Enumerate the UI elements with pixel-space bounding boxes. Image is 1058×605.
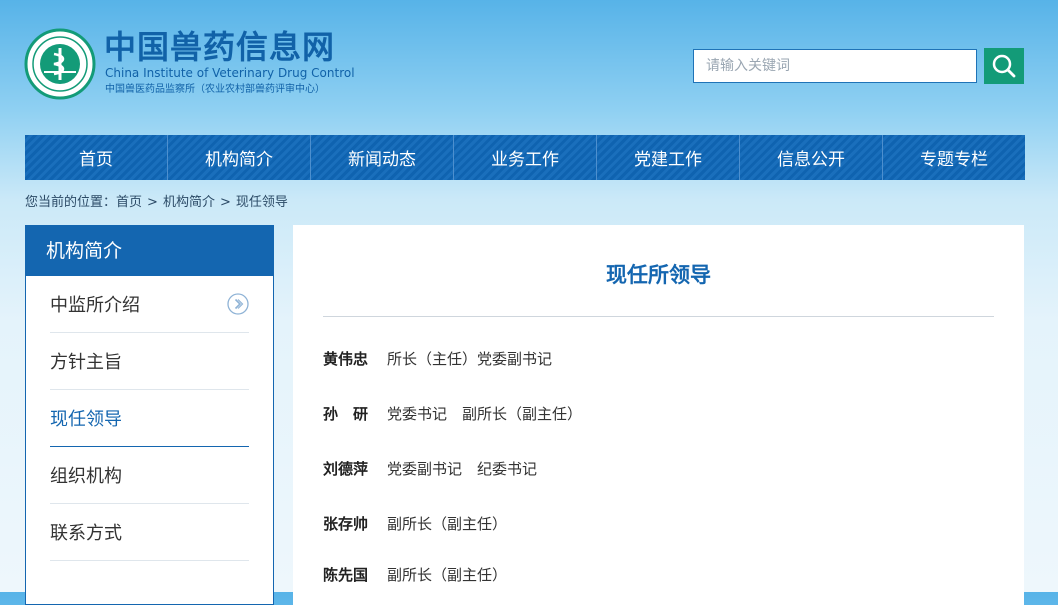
leader-title: 所长（主任）党委副书记: [387, 350, 553, 368]
site-subtitle-en: China Institute of Veterinary Drug Contr…: [105, 66, 355, 80]
breadcrumb-separator: >: [147, 195, 158, 210]
search-icon: [992, 54, 1016, 78]
leader-title: 副所长（副主任）: [387, 566, 508, 584]
content-panel: 现任所领导 黄伟忠 所长（主任）党委副书记 孙 研党委书记 副所长（副主任） 刘德…: [293, 225, 1024, 605]
leader-name: 陈先国: [323, 566, 369, 584]
leader-row: 孙 研党委书记 副所长（副主任）: [323, 403, 582, 424]
sidebar-item-label: 组织机构: [50, 466, 122, 487]
leader-row: 刘德萍 党委副书记 纪委书记: [323, 458, 537, 479]
breadcrumb-about[interactable]: 机构简介: [163, 195, 215, 210]
nav-item-home[interactable]: 首页: [25, 135, 168, 180]
site-title: 中国兽药信息网: [104, 28, 336, 66]
sidebar-item-label: 方针主旨: [50, 352, 122, 373]
sidebar-item-intro[interactable]: 中监所介绍: [50, 276, 249, 333]
sidebar-item-label: 现任领导: [50, 409, 122, 430]
sidebar-item-label: 联系方式: [50, 523, 122, 544]
leader-name: 黄伟忠: [323, 350, 369, 368]
nav-item-topics[interactable]: 专题专栏: [883, 135, 1025, 180]
sidebar-item-leaders[interactable]: 现任领导: [50, 390, 249, 447]
sidebar: 机构简介 中监所介绍 方针主旨 现任领导 组织机构 联系方式: [25, 225, 274, 605]
nav-item-party[interactable]: 党建工作: [597, 135, 740, 180]
page-title: 现任所领导: [606, 263, 711, 287]
sidebar-item-organization[interactable]: 组织机构: [50, 447, 249, 504]
leader-row: 张存帅 副所长（副主任）: [323, 513, 507, 534]
sidebar-item-contact[interactable]: 联系方式: [50, 504, 249, 561]
divider: [323, 316, 994, 317]
leader-name: 孙 研: [323, 405, 369, 423]
sidebar-list: 中监所介绍 方针主旨 现任领导 组织机构 联系方式: [26, 276, 273, 561]
leader-row: 黄伟忠 所长（主任）党委副书记: [323, 348, 552, 369]
breadcrumb-current[interactable]: 现任领导: [236, 195, 288, 210]
nav-item-disclosure[interactable]: 信息公开: [740, 135, 883, 180]
leader-title: 副所长（副主任）: [387, 515, 508, 533]
leader-name: 张存帅: [323, 515, 369, 533]
veterinary-emblem-icon: [24, 28, 96, 100]
sidebar-item-label: 中监所介绍: [50, 295, 140, 316]
nav-item-news[interactable]: 新闻动态: [311, 135, 454, 180]
breadcrumb-prefix: 您当前的位置：: [25, 195, 117, 210]
sidebar-item-policy[interactable]: 方针主旨: [50, 333, 249, 390]
chevron-right-circle-icon: [227, 293, 249, 315]
nav-item-about[interactable]: 机构简介: [168, 135, 311, 180]
sidebar-title: 机构简介: [26, 226, 273, 276]
leader-title: 党委书记 副所长（副主任）: [387, 405, 583, 423]
search-input[interactable]: [693, 49, 977, 83]
leader-title: 党委副书记 纪委书记: [387, 460, 538, 478]
site-subtitle-cn: 中国兽医药品监察所（农业农村部兽药评审中心）: [105, 84, 325, 95]
breadcrumb: 您当前的位置：首页 > 机构简介 > 现任领导: [25, 195, 288, 211]
leader-row: 陈先国 副所长（副主任）: [323, 564, 507, 585]
leader-name: 刘德萍: [323, 460, 369, 478]
search-button[interactable]: [984, 48, 1024, 84]
breadcrumb-separator: >: [219, 195, 231, 210]
breadcrumb-home[interactable]: 首页: [116, 195, 142, 210]
nav-item-business[interactable]: 业务工作: [454, 135, 597, 180]
main-nav: 首页 机构简介 新闻动态 业务工作 党建工作 信息公开 专题专栏: [25, 135, 1025, 180]
